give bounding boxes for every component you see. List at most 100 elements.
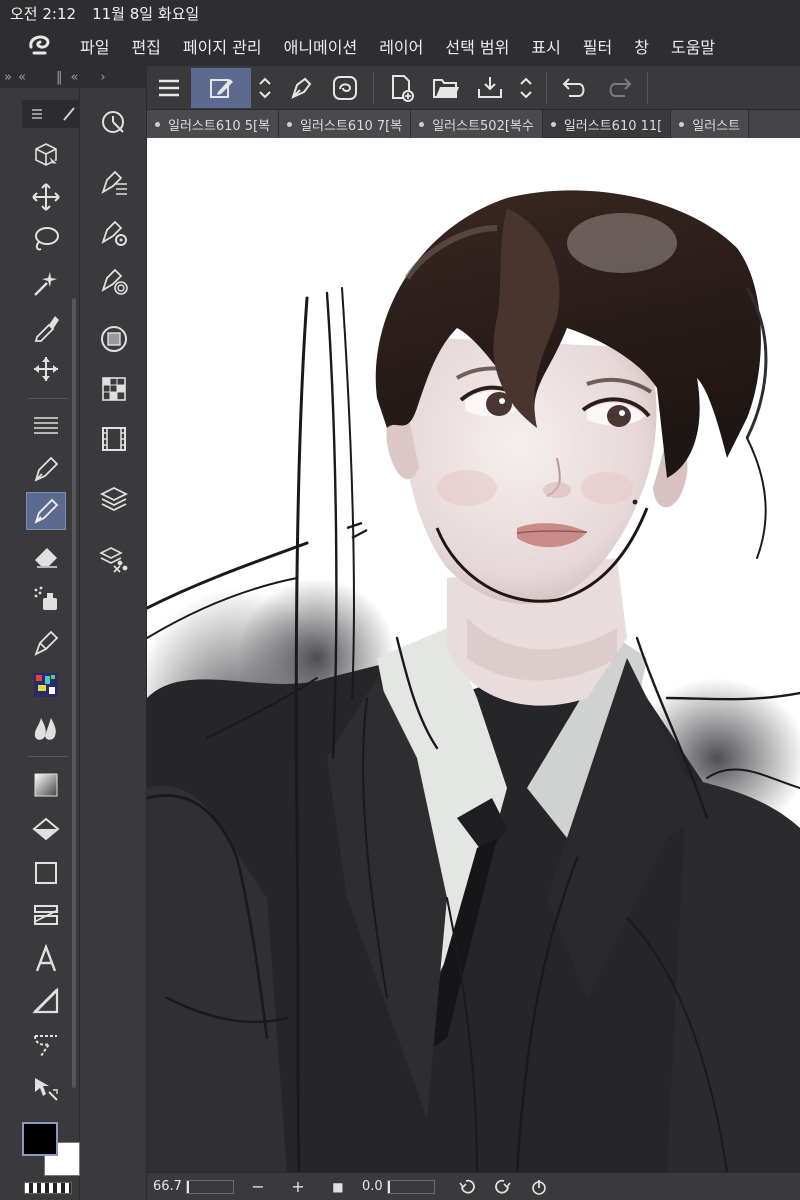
canvas-status-bar: 66.7 − + ■ 0.0 [147,1172,800,1200]
undo-button[interactable] [553,68,597,108]
zoom-in-button[interactable]: + [284,1177,312,1196]
artwork-illustration [147,190,800,1172]
rotate-left-button[interactable] [453,1178,481,1196]
reset-rotation-button[interactable] [525,1178,553,1196]
timeline-icon[interactable] [94,420,134,458]
expand-palette-button[interactable]: › [100,70,105,85]
ruler-icon[interactable] [26,982,66,1020]
menu-bar: 파일 편집 페이지 관리 애니메이션 레이어 선택 범위 표시 필터 창 도움말 [0,26,800,66]
status-time: 오전 2:12 [10,4,77,23]
new-document-icon [392,74,414,102]
gradient-icon[interactable] [26,766,66,804]
object-select-icon[interactable] [26,136,66,174]
save-tray-icon [478,76,502,98]
edit-pen-box-icon [210,78,233,98]
frame-icon[interactable] [26,896,66,934]
canvas-tab[interactable]: 일러스트610 7[복 [279,110,412,138]
material-icon[interactable] [94,540,134,578]
menu-help[interactable]: 도움말 [671,34,715,58]
tool-palette-header [22,100,80,128]
airbrush-icon[interactable] [26,580,66,618]
clip-studio-logo-icon [29,35,50,55]
blend-icon[interactable] [26,710,66,748]
move-icon[interactable] [26,178,66,216]
menu-page-management[interactable]: 페이지 관리 [183,34,262,58]
zoom-slider[interactable] [185,1179,234,1194]
new-file-button[interactable] [380,68,424,108]
text-icon[interactable] [26,940,66,978]
color-set-icon[interactable] [94,370,134,408]
pencil-icon[interactable] [26,492,66,530]
open-file-button[interactable] [424,68,468,108]
decoration-icon[interactable] [26,666,66,704]
up-down-chevron-icon [520,77,532,98]
command-separator [373,71,374,104]
fit-canvas-button[interactable]: ■ [324,1180,352,1194]
panel-collapse-row: » « ‖ « › [0,66,147,88]
app-logo[interactable] [0,26,80,66]
canvas-tab[interactable]: 일러스트502[복수 [411,110,543,138]
stabilizer-button[interactable] [323,68,367,108]
pen-icon[interactable] [26,450,66,488]
fill-icon[interactable] [26,810,66,848]
menu-edit[interactable]: 편집 [131,34,160,58]
panel-divider-handle[interactable]: ‖ [56,70,63,85]
rotate-right-icon [494,1179,511,1193]
expand-left-button[interactable]: » [4,70,12,85]
canvas-tab-active[interactable]: 일러스트610 11[ [542,110,672,138]
main-color-swatch[interactable] [22,1122,58,1156]
menu-layer[interactable]: 레이어 [379,34,423,58]
rotation-slider[interactable] [386,1179,435,1194]
redo-button[interactable] [597,68,641,108]
rotate-right-button[interactable] [489,1178,517,1196]
menu-animation[interactable]: 애니메이션 [284,34,358,58]
canvas-tab[interactable]: 일러스트610 5[복 [147,110,280,138]
canvas-tab[interactable]: 일러스트 [671,110,750,138]
rectangle-icon[interactable] [26,854,66,892]
magic-wand-icon[interactable] [26,264,66,302]
drawing-canvas[interactable] [147,138,800,1172]
collapse-left-button[interactable]: « [18,70,26,85]
command-separator [546,71,547,104]
eraser-icon[interactable] [26,536,66,574]
rotation-value[interactable]: 0.0 [362,1178,383,1196]
color-wheel-icon[interactable] [94,320,134,358]
menu-file[interactable]: 파일 [80,34,109,58]
sub-tool-icon[interactable] [94,164,134,202]
edit-mode-arrows-button[interactable] [251,68,279,108]
unsaved-dot-icon [419,121,425,127]
eyedropper-icon[interactable] [26,308,66,346]
stabilizer-icon [333,75,357,100]
menu-window[interactable]: 창 [634,34,649,58]
menu-filter[interactable]: 필터 [583,34,612,58]
collapse-palette-button[interactable]: « [70,70,78,85]
navigator-icon[interactable] [94,104,134,142]
hatch-lines-icon[interactable] [26,406,66,444]
folder-open-icon [433,78,459,98]
unsaved-dot-icon [550,121,556,127]
operation-icon[interactable] [26,1070,66,1108]
zoom-value[interactable]: 66.7 [153,1178,182,1196]
transform-move-icon[interactable] [26,350,66,388]
layer-icon[interactable] [94,480,134,518]
transparent-color-swatch[interactable] [24,1182,72,1194]
unsaved-dot-icon [679,121,685,127]
menu-selection[interactable]: 선택 범위 [445,34,509,58]
tool-scrollbar[interactable] [72,298,76,1088]
redo-icon [609,77,632,97]
save-file-button[interactable] [468,68,512,108]
tool-property-icon[interactable] [94,214,134,252]
edit-mode-button[interactable] [191,67,251,108]
palette-bar [80,88,147,1200]
canvas-tab-bar: 일러스트610 5[복 일러스트610 7[복 일러스트502[복수 일러스트6… [147,110,800,138]
save-options-arrows-button[interactable] [512,68,540,108]
menu-toggle-button[interactable] [147,68,191,108]
pen-settings-button[interactable] [279,68,323,108]
brush-size-icon[interactable] [94,262,134,300]
undo-icon [562,77,585,97]
fountain-pen-icon[interactable] [26,624,66,662]
zoom-out-button[interactable]: − [244,1177,272,1196]
menu-view[interactable]: 표시 [531,34,560,58]
balloon-icon[interactable] [26,1026,66,1064]
lasso-icon[interactable] [26,220,66,258]
